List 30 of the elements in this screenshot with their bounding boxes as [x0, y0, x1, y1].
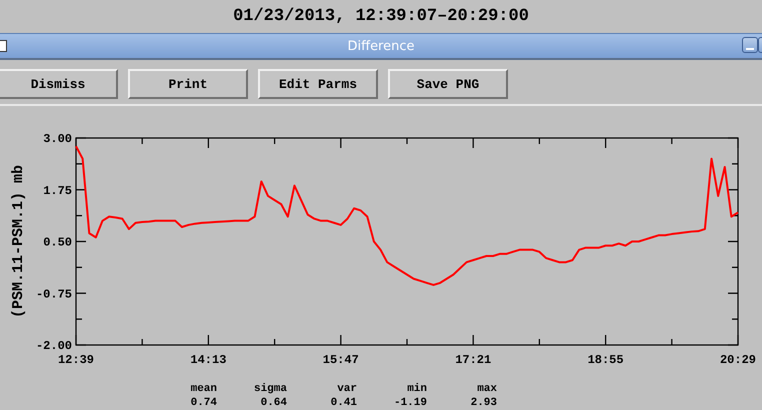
stat-label: mean: [190, 382, 217, 396]
minimize-icon: [746, 47, 754, 52]
x-tick-label: 20:29: [720, 353, 756, 368]
stat-label: sigma: [254, 382, 287, 396]
x-tick-label: 18:55: [588, 353, 624, 368]
x-tick-label: 14:13: [190, 353, 226, 368]
window-title: Difference: [347, 38, 415, 54]
stat-value: 2.93: [470, 396, 497, 410]
stat-value: -1.19: [394, 396, 427, 410]
y-tick-label: -2.00: [36, 339, 72, 354]
stat-value: 0.41: [330, 396, 357, 410]
y-tick-label: 3.00: [43, 132, 72, 146]
x-tick-label: 15:47: [322, 353, 359, 368]
toolbar-button[interactable]: Save PNG: [388, 69, 508, 100]
stat-label: var: [337, 382, 357, 396]
x-tick-label: 17:21: [455, 353, 492, 368]
toolbar-button[interactable]: Dismiss: [0, 69, 118, 100]
y-tick-label: -0.75: [36, 288, 72, 302]
stat-label: min: [407, 382, 427, 396]
date-range-heading: 01/23/2013, 12:39:07–20:29:00: [232, 6, 530, 28]
y-tick-label: 1.75: [43, 184, 72, 198]
toolbar-button[interactable]: Edit Parms: [258, 69, 378, 100]
y-tick-label: 0.50: [43, 236, 72, 250]
stat-value: 0.74: [190, 396, 217, 410]
minimize-button[interactable]: [742, 37, 758, 54]
x-tick-label: 12:39: [58, 353, 94, 368]
y-axis-label: (PSM.11-PSM.1) mb: [10, 165, 27, 318]
stat-value: 0.64: [260, 396, 287, 410]
toolbar-button[interactable]: Print: [128, 69, 248, 100]
stat-label: max: [477, 382, 497, 396]
